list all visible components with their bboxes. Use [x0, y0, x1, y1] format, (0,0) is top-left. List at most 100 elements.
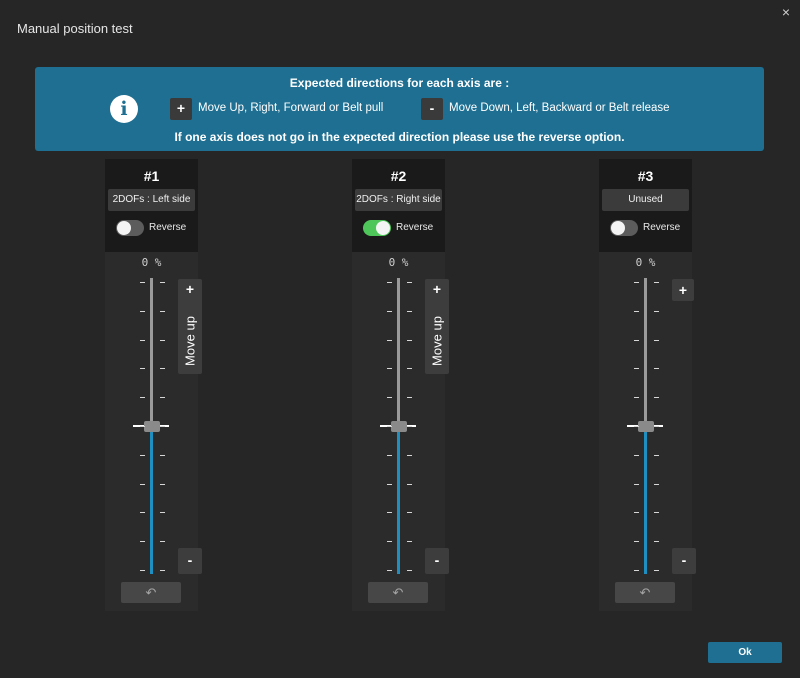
slider-tick: [387, 541, 392, 543]
slider-tick: [407, 454, 412, 456]
slider-tick: [654, 310, 659, 312]
slider-tick: [140, 454, 145, 456]
slider-tick: [140, 426, 145, 427]
reset-button[interactable]: ↶: [121, 582, 181, 603]
slider-tick: [160, 310, 165, 312]
slider-tick: [160, 368, 165, 370]
slider-fill: [150, 426, 153, 574]
move-down-button[interactable]: -: [425, 548, 449, 574]
axis-name-select[interactable]: 2DOFs : Left side: [108, 189, 195, 211]
slider-panel: 0 % + - ↶: [599, 252, 696, 611]
slider-tick: [634, 454, 639, 456]
axis-panel-1: #1 2DOFs : Left side Reverse 0 % + Move …: [105, 159, 202, 611]
reset-button[interactable]: ↶: [368, 582, 428, 603]
reverse-label: Reverse: [643, 222, 681, 233]
toggle-knob: [611, 221, 625, 235]
reverse-toggle[interactable]: [363, 220, 391, 236]
percent-readout: 0 %: [635, 256, 656, 269]
reverse-toggle[interactable]: [610, 220, 638, 236]
axis-number: #2: [390, 168, 407, 184]
slider-tick: [160, 541, 165, 543]
slider-thumb[interactable]: [391, 421, 407, 432]
slider-tick: [160, 570, 165, 571]
slider-fill: [644, 426, 647, 574]
slider-fill: [397, 426, 400, 574]
slider-tick: [387, 282, 392, 283]
slider-tick: [654, 426, 659, 427]
minus-legend-text: Move Down, Left, Backward or Belt releas…: [449, 102, 670, 114]
move-down-button[interactable]: -: [178, 548, 202, 574]
slider-tick: [140, 483, 145, 485]
move-up-button[interactable]: + Move up: [178, 279, 202, 374]
slider-tick: [634, 310, 639, 312]
slider-tick: [387, 426, 392, 427]
slider-tick: [634, 512, 639, 514]
slider-tick: [634, 483, 639, 485]
move-up-label: Move up: [429, 316, 445, 366]
slider-tick: [654, 368, 659, 370]
slider-tick: [160, 339, 165, 341]
slider-tick: [407, 541, 412, 543]
plus-legend-text: Move Up, Right, Forward or Belt pull: [198, 102, 384, 114]
slider-tick: [387, 454, 392, 456]
slider-tick: [407, 310, 412, 312]
toggle-knob: [376, 221, 390, 235]
slider-tick: [140, 512, 145, 514]
slider-tick: [407, 512, 412, 514]
plus-legend-icon: +: [170, 98, 192, 120]
axis-panel-2: #2 2DOFs : Right side Reverse 0 % + Move…: [352, 159, 449, 611]
slider-tick: [387, 368, 392, 370]
axis-number: #1: [143, 168, 160, 184]
slider-tick: [407, 397, 412, 399]
slider-tick: [140, 310, 145, 312]
slider-tick: [654, 339, 659, 341]
undo-icon: ↶: [392, 585, 404, 600]
slider-tick: [160, 397, 165, 399]
slider-tick: [407, 570, 412, 571]
axis-name-select[interactable]: 2DOFs : Right side: [355, 189, 442, 211]
slider-tick: [407, 483, 412, 485]
toggle-knob: [117, 221, 131, 235]
axis-panel-3: #3 Unused Reverse 0 % + - ↶: [599, 159, 696, 611]
slider-tick: [387, 512, 392, 514]
banner-header: Expected directions for each axis are :: [289, 76, 510, 90]
close-icon[interactable]: ×: [782, 4, 790, 20]
move-up-button[interactable]: +: [672, 279, 694, 301]
plus-icon: +: [185, 281, 195, 297]
reverse-toggle[interactable]: [116, 220, 144, 236]
move-down-button[interactable]: -: [672, 548, 696, 574]
percent-readout: 0 %: [141, 256, 162, 269]
slider-tick: [654, 454, 659, 456]
slider-tick: [407, 282, 412, 283]
reverse-label: Reverse: [396, 222, 434, 233]
info-icon: i: [110, 95, 138, 123]
axis-name-select[interactable]: Unused: [602, 189, 689, 211]
slider-tick: [387, 310, 392, 312]
slider-tick: [387, 483, 392, 485]
plus-icon: +: [432, 281, 442, 297]
slider-tick: [387, 397, 392, 399]
slider-tick: [634, 541, 639, 543]
minus-legend-icon: -: [421, 98, 443, 120]
slider-tick: [654, 282, 659, 283]
undo-icon: ↶: [639, 585, 651, 600]
slider-tick: [160, 282, 165, 283]
percent-readout: 0 %: [388, 256, 409, 269]
slider-tick: [407, 368, 412, 370]
slider-tick: [634, 426, 639, 427]
axis-number: #3: [637, 168, 654, 184]
slider-thumb[interactable]: [144, 421, 160, 432]
move-up-button[interactable]: + Move up: [425, 279, 449, 374]
slider-panel: 0 % + Move up - ↶: [352, 252, 449, 611]
slider-tick: [634, 339, 639, 341]
slider-tick: [160, 426, 165, 427]
slider-tick: [140, 397, 145, 399]
slider-thumb[interactable]: [638, 421, 654, 432]
slider-tick: [140, 282, 145, 283]
slider-tick: [634, 368, 639, 370]
slider-tick: [654, 397, 659, 399]
reset-button[interactable]: ↶: [615, 582, 675, 603]
slider-tick: [160, 454, 165, 456]
slider-tick: [634, 570, 639, 571]
ok-button[interactable]: Ok: [708, 642, 782, 663]
